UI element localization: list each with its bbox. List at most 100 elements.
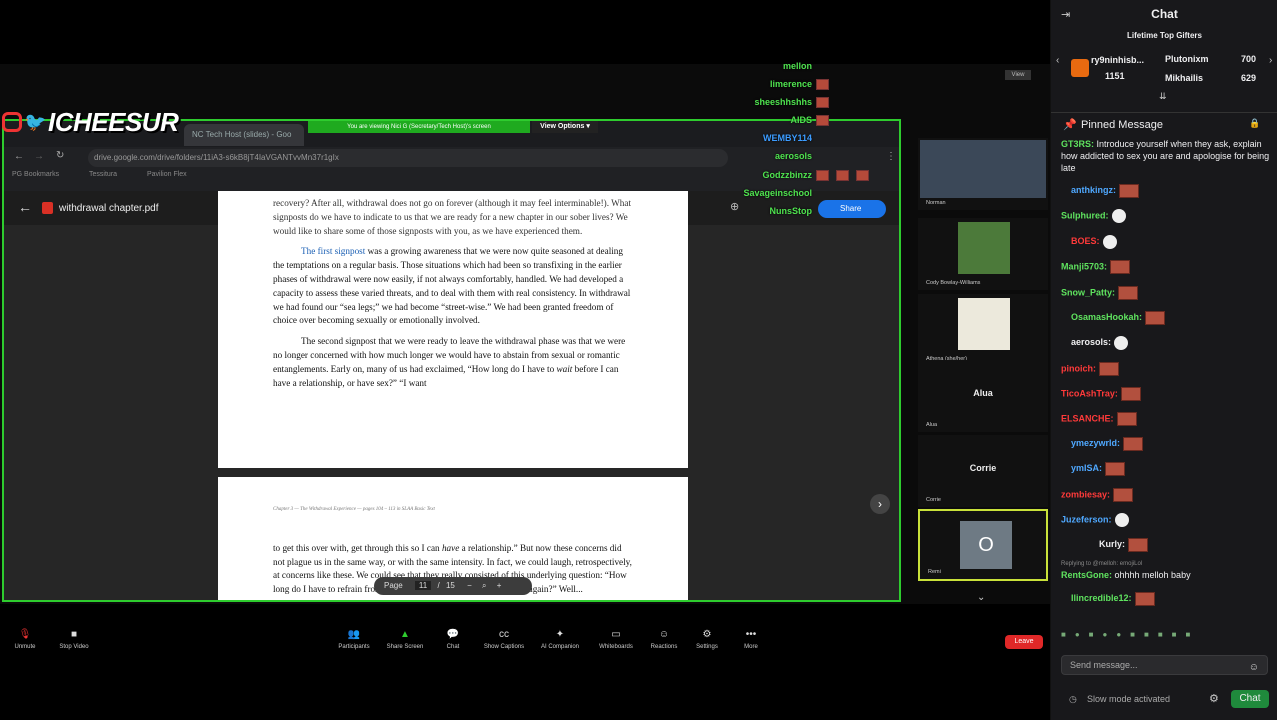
participants-button[interactable]: 👥 Participants bbox=[329, 629, 379, 650]
logo-text: ICHEESUR bbox=[48, 106, 179, 137]
chat-send-button[interactable]: Chat bbox=[1231, 690, 1269, 708]
participant-video bbox=[958, 298, 1010, 350]
chat-input[interactable]: Send message... ☺ bbox=[1061, 655, 1268, 675]
stop-video-button[interactable]: ■ Stop Video bbox=[49, 629, 99, 650]
page-number-input[interactable]: 11 bbox=[414, 581, 432, 590]
chat-username[interactable]: zombiesay: bbox=[1061, 489, 1110, 499]
add-shortcut-icon[interactable]: ⊕ bbox=[730, 200, 739, 213]
ai-companion-icon: ✦ bbox=[555, 629, 565, 640]
view-button[interactable]: View bbox=[1005, 70, 1031, 80]
zoom-in-icon[interactable]: + bbox=[497, 581, 502, 590]
back-arrow-icon[interactable]: ← bbox=[18, 199, 32, 215]
paragraph: The first signpost was a growing awarene… bbox=[273, 245, 634, 328]
chat-username[interactable]: anthkingz: bbox=[1071, 185, 1116, 195]
participant-tile[interactable]: Alua Alua bbox=[918, 360, 1048, 432]
gifter-name: limerence bbox=[769, 79, 812, 89]
chat-username[interactable]: ymISA: bbox=[1071, 463, 1102, 473]
chat-message: ymISA: bbox=[1061, 462, 1126, 476]
participant-tile[interactable]: Corrie Corrie bbox=[918, 435, 1048, 507]
highlighted-link[interactable]: The first signpost bbox=[301, 246, 365, 256]
participant-tile[interactable]: Athena (she/her) bbox=[918, 294, 1048, 366]
chat-username[interactable]: Kurly: bbox=[1099, 539, 1125, 549]
next-page-button[interactable]: › bbox=[870, 494, 890, 514]
leave-button[interactable]: Leave bbox=[1005, 635, 1043, 649]
participant-tile[interactable]: Cody Bowlay-Williams bbox=[918, 218, 1048, 290]
captions-button[interactable]: cc Show Captions bbox=[479, 629, 529, 650]
settings-button[interactable]: ⚙ Settings bbox=[682, 629, 732, 650]
toolbar-label: More bbox=[744, 644, 758, 650]
chat-icon: 💬 bbox=[446, 629, 460, 640]
participant-name: Corrie bbox=[926, 497, 941, 503]
settings-icon: ⚙ bbox=[702, 629, 712, 640]
chat-username[interactable]: ELSANCHE: bbox=[1061, 413, 1114, 423]
participant-video bbox=[958, 222, 1010, 274]
emote bbox=[1145, 311, 1166, 325]
chat-message: pinoich: bbox=[1061, 362, 1119, 376]
video-icon: ■ bbox=[70, 629, 78, 640]
prev-icon[interactable]: ‹ bbox=[1056, 55, 1059, 66]
pdf-viewport[interactable]: recovery? After all, withdrawal does not… bbox=[4, 191, 899, 600]
forward-nav-icon[interactable]: → bbox=[34, 151, 44, 162]
lock-icon[interactable]: 🔒 bbox=[1249, 118, 1260, 129]
settings-icon[interactable]: ⚙ bbox=[1209, 692, 1219, 705]
chat-username[interactable]: BOES: bbox=[1071, 236, 1100, 246]
browser-tab[interactable]: NC Tech Host (slides) - Goo bbox=[184, 124, 304, 146]
bookmark-item[interactable]: PG Bookmarks bbox=[12, 171, 59, 178]
chat-username[interactable]: aerosols: bbox=[1071, 337, 1111, 347]
share-screen-button[interactable]: ▲ Share Screen bbox=[380, 629, 430, 650]
next-icon[interactable]: › bbox=[1269, 55, 1272, 66]
participant-tile[interactable]: Norman bbox=[918, 138, 1048, 210]
toolbar-label: Settings bbox=[696, 644, 718, 650]
chat-username[interactable]: pinoich: bbox=[1061, 363, 1096, 373]
chat-username[interactable]: Snow_Patty: bbox=[1061, 287, 1115, 297]
back-nav-icon[interactable]: ← bbox=[14, 151, 24, 162]
unmute-button[interactable]: 🎙 Unmute bbox=[0, 629, 50, 650]
participant-tile-active[interactable]: O Remi bbox=[918, 509, 1048, 581]
zoom-icon[interactable]: ⌕ bbox=[482, 581, 486, 590]
chat-input-placeholder: Send message... bbox=[1070, 660, 1138, 670]
emote bbox=[1105, 462, 1126, 476]
pinned-user: GT3RS: bbox=[1061, 139, 1095, 149]
chat-username[interactable]: Ilincredible12: bbox=[1071, 593, 1132, 603]
participant-display-name: Corrie bbox=[969, 463, 997, 473]
url-text: drive.google.com/drive/folders/11iA3-s6k… bbox=[94, 153, 339, 162]
chat-username[interactable]: RentsGone: bbox=[1061, 570, 1112, 580]
emoji-icon[interactable]: ☺ bbox=[1249, 659, 1259, 677]
bookmark-item[interactable]: Tessitura bbox=[89, 171, 117, 178]
italic-word: wait bbox=[556, 363, 573, 374]
share-button[interactable]: Share bbox=[818, 200, 886, 218]
lifetime-gifters-title: Lifetime Top Gifters bbox=[1127, 31, 1202, 40]
captions-icon: cc bbox=[499, 629, 509, 640]
chat-username[interactable]: OsamasHookah: bbox=[1071, 312, 1142, 322]
page-toolbar: Page 11 / 15 − ⌕ + bbox=[374, 577, 532, 595]
avatar: O bbox=[960, 521, 1012, 569]
view-options-button[interactable]: View Options ▾ bbox=[532, 121, 598, 133]
chat-username[interactable]: TicoAshTray: bbox=[1061, 388, 1118, 398]
address-bar[interactable]: drive.google.com/drive/folders/11iA3-s6k… bbox=[88, 149, 728, 167]
chat-username[interactable]: ymezywrld: bbox=[1071, 438, 1120, 448]
toolbar-label: Show Captions bbox=[483, 644, 525, 650]
whiteboards-button[interactable]: ▭ Whiteboards bbox=[591, 629, 641, 650]
chat-username[interactable]: Sulphured: bbox=[1061, 210, 1109, 220]
emote-bar[interactable]: ■●■●●■■■■■ bbox=[1061, 630, 1271, 640]
reload-icon[interactable]: ↻ bbox=[56, 150, 64, 161]
emote bbox=[1119, 184, 1139, 198]
paragraph-text: was a growing awareness that we were now… bbox=[273, 246, 631, 326]
reply-context: Replying to @melloh: emojiLol bbox=[1061, 561, 1143, 567]
top-gifter-count: 700 bbox=[1241, 54, 1257, 64]
participant-name: Alua bbox=[926, 422, 938, 428]
expand-icon[interactable]: ⇊ bbox=[1159, 91, 1167, 102]
ai-companion-button[interactable]: ✦ AI Companion bbox=[535, 629, 585, 650]
emote bbox=[1102, 235, 1117, 249]
chevron-down-icon[interactable]: ⌄ bbox=[977, 592, 985, 603]
chat-username[interactable]: Manji5703: bbox=[1061, 261, 1107, 271]
browser-menu-icon[interactable]: ⋮ bbox=[886, 151, 896, 162]
zoom-out-icon[interactable]: − bbox=[467, 581, 472, 590]
chat-message: ELSANCHE: bbox=[1061, 412, 1137, 426]
more-button[interactable]: ••• More bbox=[726, 629, 776, 650]
chat-username[interactable]: Juzeferson: bbox=[1061, 514, 1112, 524]
bookmark-item[interactable]: Pavilion Flex bbox=[147, 171, 187, 178]
pdf-page: recovery? After all, withdrawal does not… bbox=[218, 191, 688, 468]
emote bbox=[1123, 437, 1144, 451]
chat-button[interactable]: 💬 Chat bbox=[428, 629, 478, 650]
